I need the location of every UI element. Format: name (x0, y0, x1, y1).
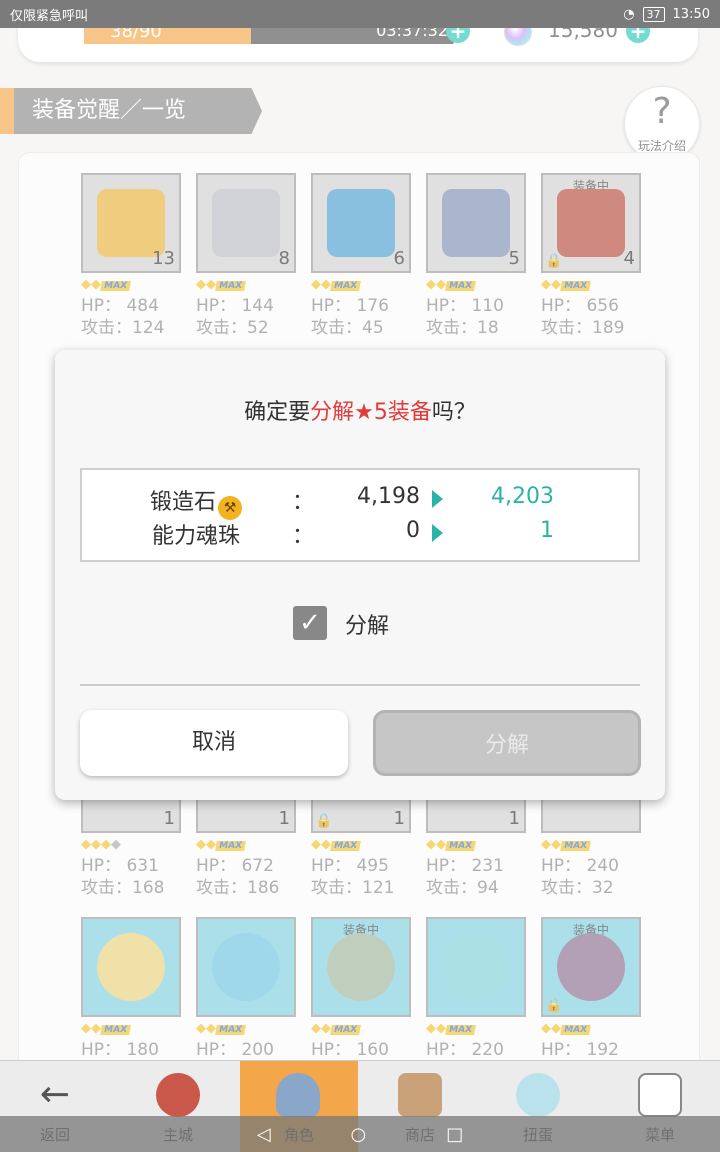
reward-from: 4,198 (357, 484, 420, 509)
reward-from: 0 (406, 518, 420, 543)
dialog-question: 确定要分解★5装备吗？ (55, 394, 665, 426)
system-recents-icon[interactable]: □ (446, 1124, 463, 1145)
cancel-button[interactable]: 取消 (80, 710, 348, 776)
dismantle-dialog: 确定要分解★5装备吗？ 锻造石 ⚒ ： 4,198 4,203 能力魂珠 ： 0 … (55, 350, 665, 800)
question-prefix: 确定要 (244, 400, 311, 425)
carrier-text: 仅限紧急呼叫 (10, 8, 89, 24)
wifi-icon: ◔ (623, 6, 635, 22)
reward-preview: 锻造石 ⚒ ： 4,198 4,203 能力魂珠 ： 0 1 (80, 468, 640, 562)
status-bar: 仅限紧急呼叫 ◔ 37 13:50 (0, 0, 720, 28)
question-suffix: 吗？ (431, 400, 476, 425)
system-back-icon[interactable]: ◁ (257, 1124, 271, 1145)
clock: 13:50 (672, 6, 710, 22)
arrow-right-icon (432, 490, 443, 508)
reward-label: 锻造石 ⚒ (150, 484, 242, 520)
reward-label: 能力魂珠 (151, 524, 240, 549)
dismantle-checkbox[interactable]: ✓ (293, 606, 327, 640)
reward-colon: ： (292, 524, 315, 549)
reward-colon: ： (292, 490, 315, 515)
dismantle-confirm-button[interactable]: 分解 (373, 710, 641, 776)
reward-row-ability-orb: 能力魂珠 ： 0 1 (82, 518, 642, 549)
town-icon (156, 1073, 200, 1117)
arrow-right-icon (432, 524, 443, 542)
menu-icon (638, 1073, 682, 1117)
shop-icon (398, 1073, 442, 1117)
reward-label-text: 锻造石 (149, 490, 216, 515)
system-nav-bar: ◁ ○ □ (0, 1116, 720, 1152)
divider (80, 684, 640, 686)
character-icon (276, 1073, 320, 1117)
forge-stone-icon: ⚒ (218, 496, 242, 520)
question-highlight: 分解★5装备 (310, 400, 432, 425)
reward-to: 4,203 (491, 484, 554, 509)
dismantle-checkbox-label[interactable]: 分解 (345, 608, 389, 640)
reward-to: 1 (540, 518, 554, 543)
system-home-icon[interactable]: ○ (351, 1124, 367, 1145)
gacha-icon (516, 1073, 560, 1117)
reward-row-forge-stone: 锻造石 ⚒ ： 4,198 4,203 (82, 484, 642, 520)
battery-level: 37 (642, 6, 665, 22)
checkmark-icon: ✓ (299, 608, 321, 638)
back-arrow-icon: ← (39, 1074, 71, 1115)
